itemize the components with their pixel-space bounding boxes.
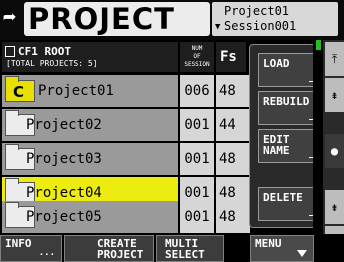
root-folder-header: CF1 ROOT [TOTAL PROJECTS: 5] — [2, 42, 178, 72]
project-name-cell[interactable]: C Project01 — [2, 75, 178, 107]
session-label: SESSION — [184, 61, 210, 68]
current-session-name: Session001 — [224, 19, 297, 33]
cf-card-icon — [5, 46, 15, 57]
project-name-cell[interactable]: Project03 — [2, 143, 178, 175]
indicator-top — [316, 40, 321, 50]
root-label: CF1 ROOT — [18, 45, 71, 58]
num-label: NUM — [191, 45, 203, 52]
page-title: PROJECT — [24, 2, 210, 36]
create-project-button[interactable]: CREATE PROJECT — [64, 235, 154, 262]
info-button[interactable]: INFO ... — [0, 235, 62, 262]
num-of-session-header: NUM OF SESSION — [180, 42, 214, 72]
sample-rate: 48 — [216, 75, 250, 107]
session-count: 001 — [180, 109, 214, 141]
page-up-button[interactable]: ⇞ — [325, 78, 344, 112]
back-arrow-icon[interactable]: ➦ — [3, 4, 23, 34]
project-name: Project03 — [26, 151, 102, 167]
project-name: Project02 — [26, 117, 102, 133]
total-projects-label: [TOTAL PROJECTS: 5] — [6, 59, 98, 68]
load-label: LOAD — [263, 57, 290, 70]
project-name-cell[interactable]: Project05 — [2, 201, 178, 233]
page-down-button[interactable]: ⇟ — [325, 190, 344, 224]
session-count: 001 — [180, 143, 214, 175]
current-project-info: Project01 ▼ Session001 — [212, 2, 338, 36]
menu-button[interactable]: MENU — [250, 235, 314, 262]
scroll-indicator — [313, 40, 323, 262]
menu-label: MENU — [255, 237, 282, 250]
rebuild-label: REBUILD — [263, 95, 310, 108]
sample-rate: 48 — [216, 143, 250, 175]
session-triangle-icon: ▼ — [215, 22, 221, 32]
delete-label: DELETE — [263, 191, 303, 204]
fs-header: Fs — [216, 42, 246, 72]
info-sub-label: ... — [38, 248, 55, 258]
folder-icon: C — [5, 76, 35, 102]
footer-bar: INFO ... CREATE PROJECT MULTI SELECT MEN… — [0, 234, 344, 262]
menu-down-icon — [297, 250, 307, 257]
session-count: 006 — [180, 75, 214, 107]
current-project-name: Project01 — [224, 4, 290, 18]
sample-rate: 44 — [216, 109, 250, 141]
sample-rate: 48 — [216, 201, 250, 233]
select-label: SELECT — [165, 248, 205, 261]
multi-select-button[interactable]: MULTI SELECT — [156, 235, 224, 262]
right-scroll-controls: ⤒ ⇞ ● ⇟ ⤓ — [323, 40, 344, 262]
project-label: PROJECT — [97, 248, 144, 261]
project-name: Project05 — [26, 209, 102, 225]
title-bar: ➦ PROJECT Project01 ▼ Session001 — [0, 0, 344, 40]
of-label: OF — [193, 53, 201, 60]
project-name-cell[interactable]: Project02 — [2, 109, 178, 141]
scroll-thumb[interactable]: ● — [325, 134, 344, 168]
scroll-top-button[interactable]: ⤒ — [325, 42, 344, 76]
project-name: Project01 — [38, 83, 114, 99]
current-project-mark: C — [13, 83, 25, 101]
session-count: 001 — [180, 201, 214, 233]
info-label: INFO — [5, 237, 32, 250]
